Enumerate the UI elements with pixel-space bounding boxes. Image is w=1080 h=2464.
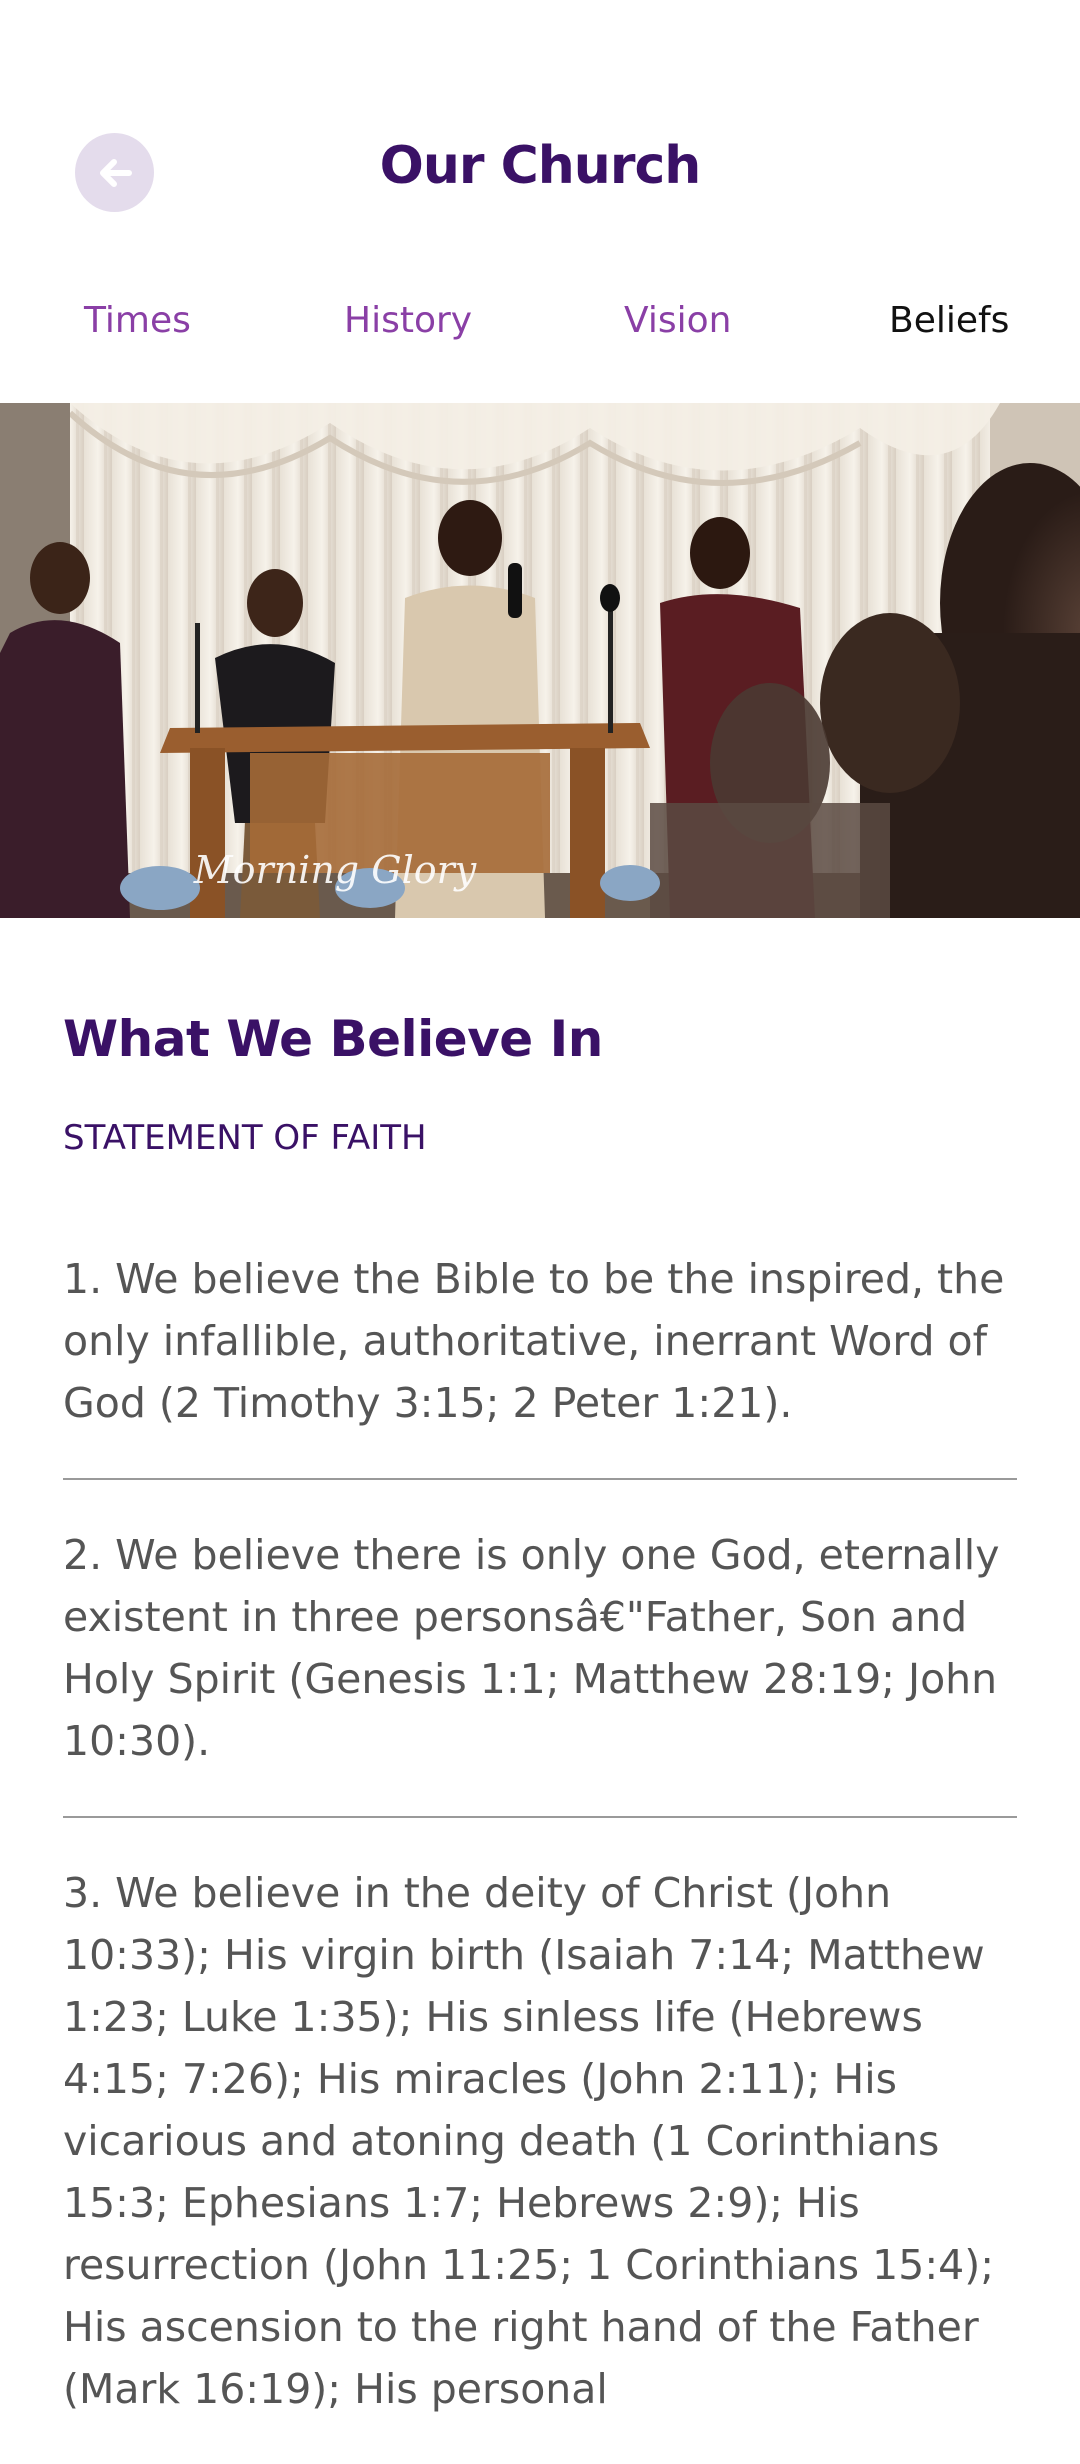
belief-item: 1. We believe the Bible to be the inspir… (63, 1255, 1005, 1427)
church-stage-photo: Morning Glory (0, 403, 1080, 918)
app-header: Our Church (0, 0, 1080, 260)
tab-times[interactable]: Times (84, 300, 191, 341)
beliefs-list: 1. We believe the Bible to be the inspir… (63, 1248, 1017, 2464)
belief-item: 3. We believe in the deity of Christ (Jo… (63, 1869, 995, 2413)
watermark-text: Morning Glory (193, 848, 477, 892)
page-title: Our Church (379, 136, 702, 196)
tab-history[interactable]: History (344, 300, 472, 341)
hero-image: Morning Glory (0, 403, 1080, 918)
main-content: What We Believe In STATEMENT OF FAITH 1.… (63, 1010, 1017, 2464)
belief-item: 2. We believe there is only one God, ete… (63, 1531, 1000, 1765)
section-heading: What We Believe In (63, 1010, 603, 1068)
tab-bar: Times History Vision Beliefs (0, 300, 1080, 372)
tab-vision[interactable]: Vision (624, 300, 731, 341)
tab-beliefs[interactable]: Beliefs (889, 300, 1009, 341)
section-subheading: STATEMENT OF FAITH (63, 1118, 427, 1158)
divider (63, 1816, 1017, 1818)
divider (63, 1478, 1017, 1480)
